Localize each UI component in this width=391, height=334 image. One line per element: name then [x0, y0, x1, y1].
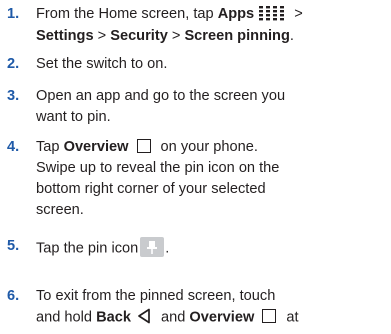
settings-label: Settings [36, 28, 94, 44]
overview-label: Overview [63, 139, 129, 155]
back-label: Back [96, 309, 131, 326]
step-number: 5. [7, 238, 20, 254]
step-text: Tap the pin icon . [36, 237, 385, 260]
security-label: Security [110, 28, 168, 44]
apps-grid-icon [258, 5, 288, 21]
pin-icon [140, 237, 165, 257]
overview-label: Overview [189, 309, 255, 326]
back-triangle-icon [137, 308, 151, 324]
step-text: Set the switch to on. [36, 56, 168, 72]
step-text: To exit from the pinned screen, touch an… [36, 288, 299, 326]
step-text: Open an app and go to the screen you wan… [36, 88, 286, 125]
step-number: 3. [7, 88, 20, 104]
step-number: 1. [7, 6, 20, 22]
apps-label: Apps [217, 6, 255, 22]
step-number: 2. [7, 56, 20, 72]
step-number: 6. [7, 288, 20, 304]
step-text: Tap Overview on your phone. Swipe up to … [36, 138, 280, 218]
overview-square-icon [136, 138, 151, 153]
overview-square-icon [262, 309, 277, 323]
step-number: 4. [7, 139, 20, 155]
step-text: From the Home screen, tap Apps > Setting… [36, 5, 303, 44]
screen-pinning-label: Screen pinning [184, 28, 290, 44]
instruction-list: 1. From the Home screen, tap Apps > Sett… [0, 0, 391, 334]
